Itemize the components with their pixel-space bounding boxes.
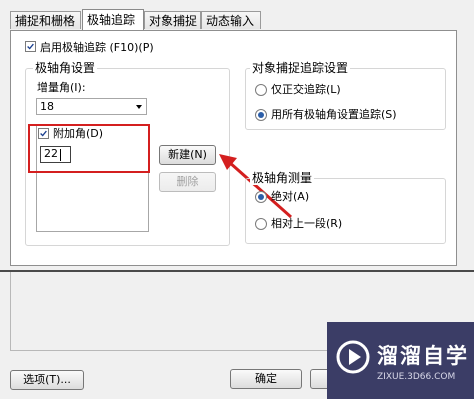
left-border	[10, 272, 11, 350]
delete-button[interactable]: 删除	[159, 172, 216, 192]
watermark-subtitle: ZIXUE.3D66.COM	[377, 372, 456, 382]
enable-polar-label: 启用极轴追踪 (F10)(P)	[40, 41, 154, 54]
play-logo-icon	[336, 340, 370, 374]
new-button[interactable]: 新建(N)	[159, 145, 216, 165]
all-polar-angles-radio[interactable]	[255, 109, 267, 121]
tab-snap-grid[interactable]: 捕捉和栅格	[10, 11, 81, 29]
measurement-title: 极轴角测量	[250, 171, 315, 185]
watermark-logo: 溜溜自学 ZIXUE.3D66.COM	[327, 322, 474, 399]
enable-polar-checkbox[interactable]	[25, 41, 36, 52]
increment-angle-value: 18	[40, 100, 54, 113]
relative-last-segment-radio[interactable]	[255, 218, 267, 230]
ok-button[interactable]: 确定	[230, 369, 302, 389]
angle-settings-title: 极轴角设置	[33, 61, 98, 75]
tab-dynamic-input[interactable]: 动态输入	[201, 11, 261, 29]
checkmark-icon	[27, 43, 34, 50]
watermark-title: 溜溜自学	[377, 344, 469, 368]
separator-line	[0, 270, 474, 272]
chevron-down-icon	[136, 105, 142, 109]
orthogonal-only-label: 仅正交追踪(L)	[271, 83, 341, 96]
options-button[interactable]: 选项(T)...	[10, 370, 84, 390]
tab-object-snap[interactable]: 对象捕捉	[144, 11, 201, 29]
tab-polar-tracking[interactable]: 极轴追踪	[82, 9, 144, 30]
orthogonal-only-radio[interactable]	[255, 84, 267, 96]
highlight-box	[28, 124, 150, 173]
absolute-radio[interactable]	[255, 191, 267, 203]
increment-angle-select[interactable]: 18	[36, 98, 147, 115]
snap-tracking-title: 对象捕捉追踪设置	[250, 61, 351, 75]
bottom-border	[10, 350, 327, 351]
absolute-label: 绝对(A)	[271, 190, 310, 203]
relative-last-segment-label: 相对上一段(R)	[271, 217, 343, 230]
increment-angle-label: 增量角(I):	[37, 81, 86, 94]
all-polar-angles-label: 用所有极轴角设置追踪(S)	[271, 108, 397, 121]
measurement-group	[245, 178, 446, 244]
